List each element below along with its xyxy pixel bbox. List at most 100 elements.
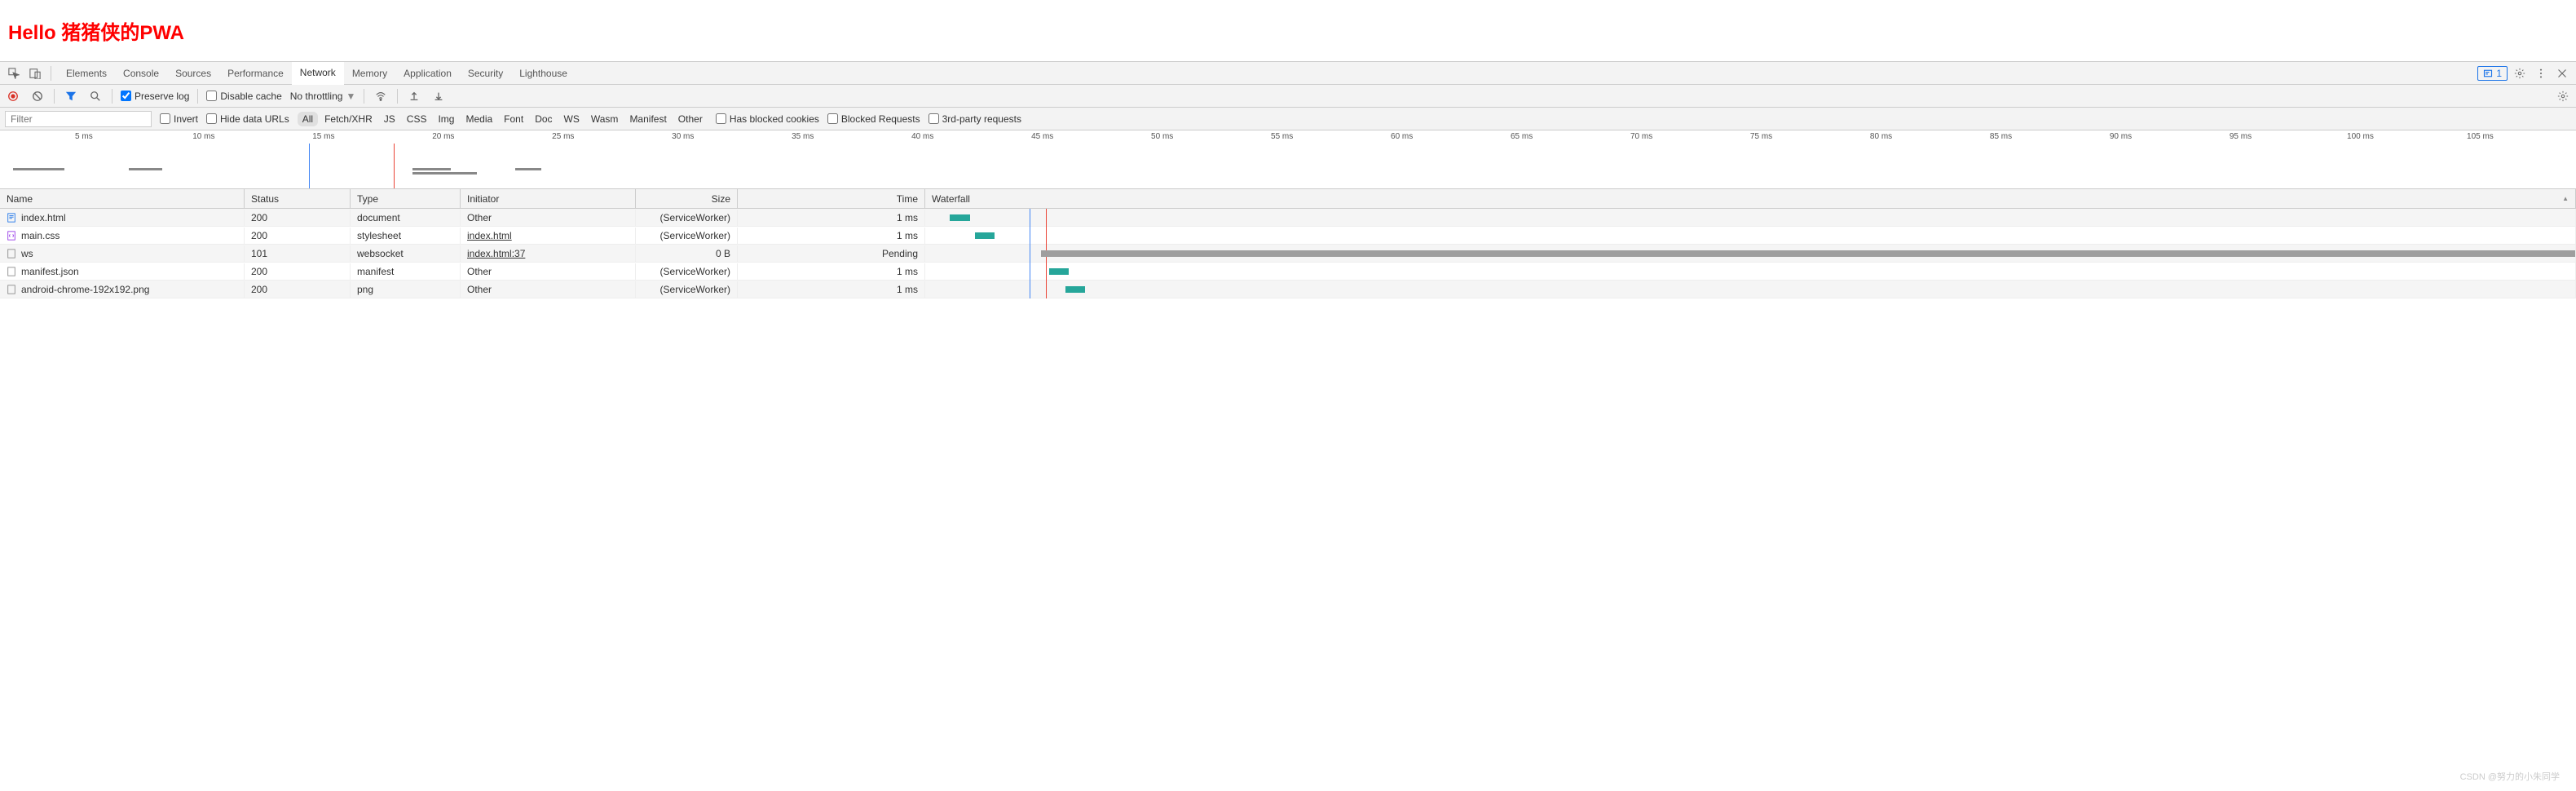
timeline-tick: 90 ms bbox=[2110, 132, 2132, 141]
timeline-tick: 70 ms bbox=[1630, 132, 1652, 141]
tab-performance[interactable]: Performance bbox=[219, 62, 292, 85]
settings-icon[interactable] bbox=[2511, 64, 2529, 82]
network-table-body: index.html200documentOther(ServiceWorker… bbox=[0, 209, 2576, 298]
waterfall-bar bbox=[1065, 286, 1085, 293]
type-filter-all[interactable]: All bbox=[298, 112, 318, 126]
filter-input[interactable] bbox=[5, 111, 152, 127]
timeline-tick: 20 ms bbox=[432, 132, 454, 141]
invert-checkbox[interactable]: Invert bbox=[160, 113, 198, 125]
timeline-tick: 55 ms bbox=[1271, 132, 1293, 141]
col-initiator[interactable]: Initiator bbox=[461, 189, 636, 208]
tab-elements[interactable]: Elements bbox=[58, 62, 115, 85]
type-filter-media[interactable]: Media bbox=[461, 112, 497, 126]
cell-waterfall bbox=[925, 281, 2576, 298]
col-time[interactable]: Time bbox=[738, 189, 925, 208]
cell-name: manifest.json bbox=[0, 263, 245, 280]
tab-network[interactable]: Network bbox=[292, 62, 344, 85]
cell-time: 1 ms bbox=[738, 210, 925, 226]
blocked-requests-checkbox[interactable]: Blocked Requests bbox=[827, 113, 920, 125]
tab-sources[interactable]: Sources bbox=[167, 62, 219, 85]
preserve-log-checkbox[interactable]: Preserve log bbox=[121, 91, 189, 102]
initiator-text[interactable]: index.html bbox=[467, 230, 512, 241]
tab-application[interactable]: Application bbox=[395, 62, 460, 85]
col-status[interactable]: Status bbox=[245, 189, 351, 208]
file-name: index.html bbox=[21, 212, 66, 223]
cell-waterfall bbox=[925, 209, 2576, 227]
timeline-tick: 45 ms bbox=[1031, 132, 1053, 141]
device-toolbar-icon[interactable] bbox=[26, 64, 44, 82]
type-filter-css[interactable]: CSS bbox=[402, 112, 432, 126]
network-settings-icon[interactable] bbox=[2555, 88, 2571, 104]
initiator-text[interactable]: index.html:37 bbox=[467, 248, 525, 259]
search-icon[interactable] bbox=[87, 88, 104, 104]
cell-waterfall bbox=[925, 245, 2576, 263]
cell-initiator: index.html bbox=[461, 228, 636, 244]
col-size[interactable]: Size bbox=[636, 189, 738, 208]
col-type[interactable]: Type bbox=[351, 189, 461, 208]
type-filter-ws[interactable]: WS bbox=[559, 112, 584, 126]
filter-bar: Invert Hide data URLs AllFetch/XHRJSCSSI… bbox=[0, 108, 2576, 130]
type-filter-fetch-xhr[interactable]: Fetch/XHR bbox=[320, 112, 377, 126]
clear-icon[interactable] bbox=[29, 88, 46, 104]
type-filter-font[interactable]: Font bbox=[499, 112, 528, 126]
table-row[interactable]: index.html200documentOther(ServiceWorker… bbox=[0, 209, 2576, 227]
cell-size: (ServiceWorker) bbox=[636, 210, 738, 226]
timeline-overview[interactable]: 5 ms10 ms15 ms20 ms25 ms30 ms35 ms40 ms4… bbox=[0, 130, 2576, 189]
timeline-tick: 10 ms bbox=[192, 132, 214, 141]
file-name: main.css bbox=[21, 230, 60, 241]
record-icon[interactable] bbox=[5, 88, 21, 104]
cell-time: 1 ms bbox=[738, 228, 925, 244]
upload-icon[interactable] bbox=[406, 88, 422, 104]
cell-size: (ServiceWorker) bbox=[636, 263, 738, 280]
close-icon[interactable] bbox=[2553, 64, 2571, 82]
cell-size: (ServiceWorker) bbox=[636, 228, 738, 244]
inspect-element-icon[interactable] bbox=[5, 64, 23, 82]
download-icon[interactable] bbox=[430, 88, 447, 104]
throttling-select[interactable]: No throttling ▼ bbox=[290, 91, 356, 102]
type-filter-doc[interactable]: Doc bbox=[530, 112, 557, 126]
timeline-tick: 85 ms bbox=[1990, 132, 2012, 141]
file-icon bbox=[7, 267, 16, 276]
table-row[interactable]: android-chrome-192x192.png200pngOther(Se… bbox=[0, 281, 2576, 298]
wifi-icon[interactable] bbox=[373, 88, 389, 104]
timeline-tick: 40 ms bbox=[911, 132, 933, 141]
type-filter-wasm[interactable]: Wasm bbox=[586, 112, 624, 126]
disable-cache-checkbox[interactable]: Disable cache bbox=[206, 91, 281, 102]
timeline-tick: 35 ms bbox=[792, 132, 814, 141]
cell-type: png bbox=[351, 281, 461, 298]
type-filter-other[interactable]: Other bbox=[673, 112, 708, 126]
chevron-down-icon: ▼ bbox=[346, 91, 355, 102]
cell-waterfall bbox=[925, 263, 2576, 281]
sort-arrow-icon: ▲ bbox=[2562, 195, 2569, 202]
timeline-tick: 15 ms bbox=[312, 132, 334, 141]
hide-data-urls-checkbox[interactable]: Hide data URLs bbox=[206, 113, 289, 125]
tab-lighthouse[interactable]: Lighthouse bbox=[511, 62, 576, 85]
hide-data-urls-label: Hide data URLs bbox=[220, 113, 289, 125]
has-blocked-cookies-checkbox[interactable]: Has blocked cookies bbox=[716, 113, 819, 125]
third-party-checkbox[interactable]: 3rd-party requests bbox=[929, 113, 1021, 125]
initiator-text: Other bbox=[467, 212, 492, 223]
more-icon[interactable] bbox=[2532, 64, 2550, 82]
issues-count: 1 bbox=[2496, 68, 2502, 79]
table-row[interactable]: manifest.json200manifestOther(ServiceWor… bbox=[0, 263, 2576, 281]
type-filter-js[interactable]: JS bbox=[379, 112, 400, 126]
file-name: android-chrome-192x192.png bbox=[21, 284, 149, 295]
cell-status: 200 bbox=[245, 263, 351, 280]
col-waterfall[interactable]: Waterfall▲ bbox=[925, 189, 2576, 208]
preserve-log-label: Preserve log bbox=[135, 91, 189, 102]
type-filter-manifest[interactable]: Manifest bbox=[624, 112, 671, 126]
tab-security[interactable]: Security bbox=[460, 62, 511, 85]
cell-status: 101 bbox=[245, 245, 351, 262]
table-row[interactable]: main.css200stylesheetindex.html(ServiceW… bbox=[0, 227, 2576, 245]
type-filter-img[interactable]: Img bbox=[433, 112, 459, 126]
issues-badge[interactable]: 1 bbox=[2477, 66, 2508, 81]
timeline-tick: 50 ms bbox=[1151, 132, 1173, 141]
cell-initiator: Other bbox=[461, 210, 636, 226]
filter-icon[interactable] bbox=[63, 88, 79, 104]
cell-type: stylesheet bbox=[351, 228, 461, 244]
tab-console[interactable]: Console bbox=[115, 62, 167, 85]
watermark: CSDN @努力的小朱同学 bbox=[2460, 770, 2560, 783]
col-name[interactable]: Name bbox=[0, 189, 245, 208]
tab-memory[interactable]: Memory bbox=[344, 62, 395, 85]
table-row[interactable]: ws101websocketindex.html:370 BPending bbox=[0, 245, 2576, 263]
